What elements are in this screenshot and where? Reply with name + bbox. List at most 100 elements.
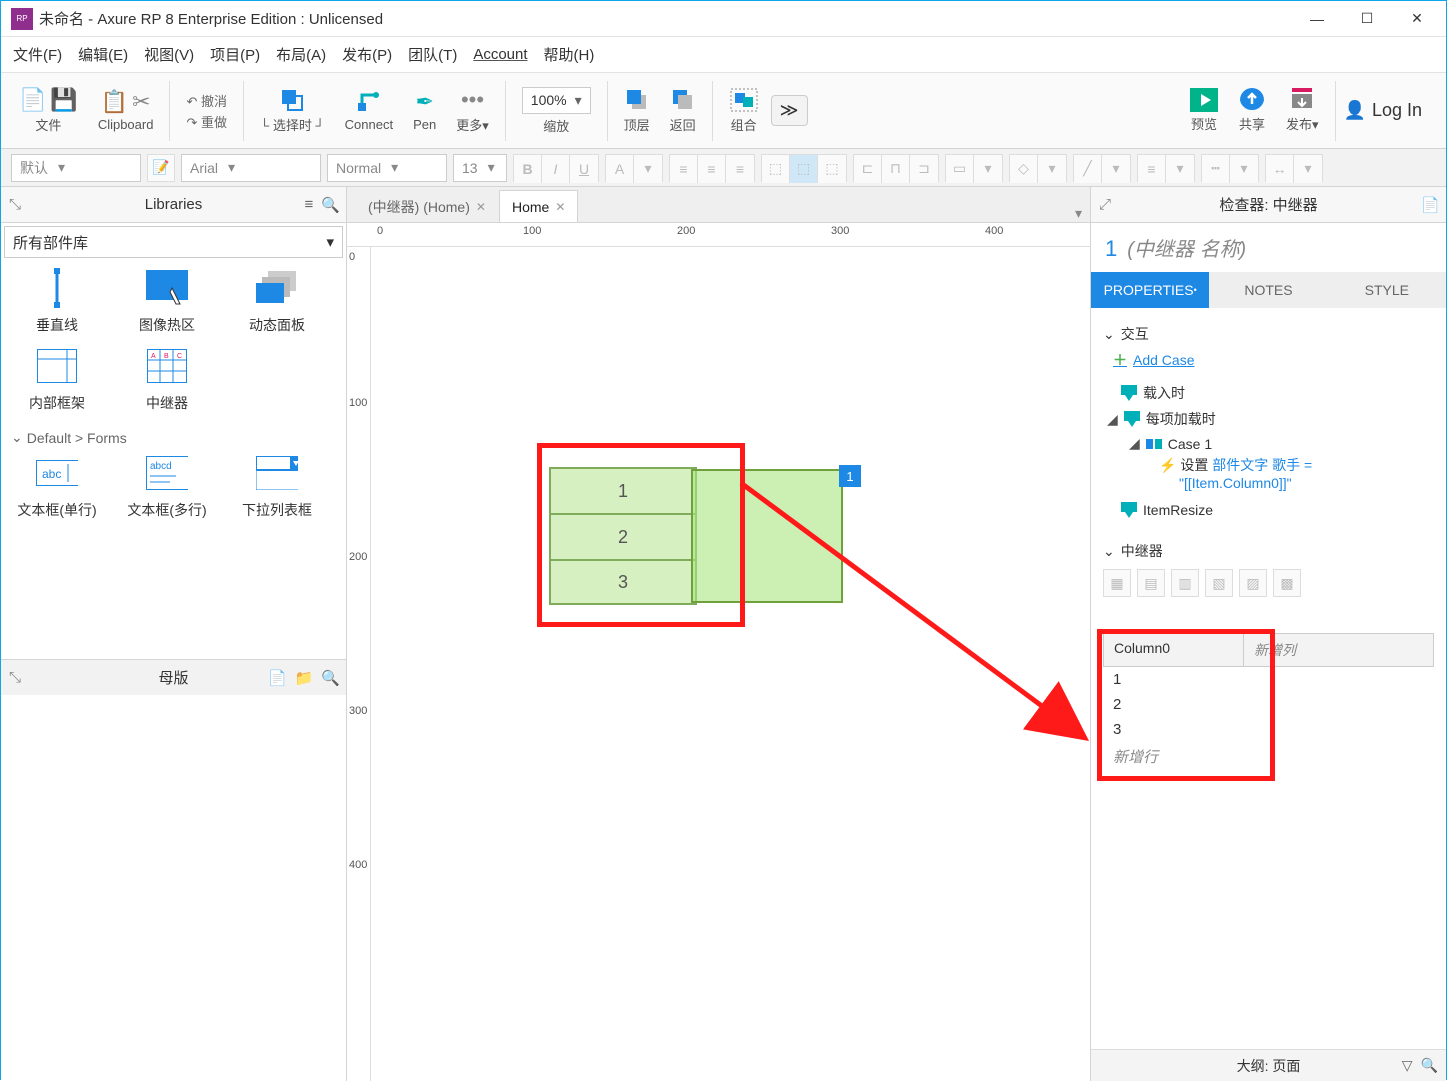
tool-zoom[interactable]: 100%▾ 缩放 <box>514 87 599 135</box>
widget-name-input[interactable]: (中继器 名称) <box>1127 233 1246 262</box>
fill-button[interactable]: ▭ <box>946 155 974 183</box>
login-button[interactable]: 👤 Log In <box>1344 100 1436 121</box>
minimize-button[interactable]: — <box>1292 1 1342 37</box>
outline-search-icon[interactable]: 🔍 <box>1421 1057 1438 1074</box>
widget-textarea[interactable]: abcd 文本框(多行) <box>117 452 217 520</box>
footnote-badge[interactable]: 1 <box>839 465 861 487</box>
section-repeater[interactable]: ⌄中继器 <box>1103 541 1434 561</box>
outer-button[interactable]: ◇ <box>1010 155 1038 183</box>
tab-notes[interactable]: NOTES <box>1209 272 1327 308</box>
widget-textfield[interactable]: abc 文本框(单行) <box>7 452 107 520</box>
menu-help[interactable]: 帮助(H) <box>544 44 595 65</box>
section-interactions[interactable]: ⌄交互 <box>1103 324 1434 344</box>
fontsize-dropdown[interactable]: 13▾ <box>453 154 507 182</box>
canvas[interactable]: 1 2 3 1 <box>371 247 1090 1081</box>
valign-mid-button[interactable]: ⬚ <box>790 155 818 183</box>
masters-folder-icon[interactable]: 📁 <box>295 669 314 687</box>
line-style-button[interactable]: ┅ <box>1202 155 1230 183</box>
widget-vline[interactable]: 垂直线 <box>7 267 107 335</box>
close-button[interactable]: ✕ <box>1392 1 1442 37</box>
ruler-horizontal: 0 100 200 300 400 <box>347 223 1090 247</box>
case-item[interactable]: ◢ Case 1 <box>1103 432 1434 455</box>
rt-tool[interactable]: ▤ <box>1137 569 1165 597</box>
tool-more[interactable]: ••• 更多▾ <box>448 87 497 134</box>
tool-back[interactable]: 返回 <box>662 87 704 134</box>
tool-connect[interactable]: Connect <box>337 89 401 132</box>
masters-collapse-icon[interactable]: ⤡ <box>9 669 21 686</box>
tool-group[interactable]: 组合 <box>721 87 767 134</box>
align-right-button[interactable]: ≡ <box>726 155 754 183</box>
close-icon[interactable]: ✕ <box>476 200 486 214</box>
text-color-dd[interactable]: ▾ <box>634 155 662 183</box>
widget-repeater[interactable]: ABC 中继器 <box>117 345 217 413</box>
menu-team[interactable]: 团队(T) <box>408 44 457 65</box>
menu-project[interactable]: 项目(P) <box>210 44 260 65</box>
inspector-note-icon[interactable]: 📄 <box>1421 196 1440 214</box>
tab-repeater-home[interactable]: (中继器) (Home)✕ <box>355 190 499 222</box>
valign-top-button[interactable]: ⬚ <box>762 155 790 183</box>
arrow-button[interactable]: ↔ <box>1266 155 1294 183</box>
masters-add-icon[interactable]: 📄 <box>268 669 287 687</box>
rt-tool[interactable]: ▧ <box>1205 569 1233 597</box>
style-dropdown[interactable]: 默认▾ <box>11 154 141 182</box>
line-color-button[interactable]: ╱ <box>1074 155 1102 183</box>
menu-publish[interactable]: 发布(P) <box>342 44 392 65</box>
event-onload[interactable]: 载入时 <box>1103 380 1434 406</box>
rt-tool[interactable]: ▥ <box>1171 569 1199 597</box>
lib-menu-icon[interactable]: ≡ <box>305 196 314 214</box>
font-dropdown[interactable]: Arial▾ <box>181 154 321 182</box>
maximize-button[interactable]: ☐ <box>1342 1 1392 37</box>
collapse-icon[interactable]: ⤡ <box>9 196 21 213</box>
outline-filter-icon[interactable]: ▽ <box>1402 1057 1413 1074</box>
italic-button[interactable]: I <box>542 155 570 183</box>
underline-button[interactable]: U <box>570 155 598 183</box>
toolbar-overflow[interactable]: ≫ <box>771 95 808 126</box>
event-itemload[interactable]: ◢ 每项加载时 <box>1103 406 1434 432</box>
add-case-link[interactable]: ＋Add Case <box>1113 350 1434 370</box>
case-action[interactable]: ⚡ 设置 部件文字 歌手 = "[[Item.Column0]]" <box>1103 455 1434 491</box>
tool-file[interactable]: 📄💾 文件 <box>11 87 86 134</box>
tab-home[interactable]: Home✕ <box>499 190 578 222</box>
lib-section-forms[interactable]: ⌄Default > Forms <box>7 423 340 452</box>
menu-layout[interactable]: 布局(A) <box>276 44 326 65</box>
text-color-button[interactable]: A <box>606 155 634 183</box>
menu-file[interactable]: 文件(F) <box>13 44 62 65</box>
bold-button[interactable]: B <box>514 155 542 183</box>
svg-text:C: C <box>177 353 182 360</box>
rt-tool[interactable]: ▦ <box>1103 569 1131 597</box>
style-manager-icon[interactable]: 📝 <box>147 154 175 182</box>
tool-pen[interactable]: ✒ Pen <box>405 89 444 132</box>
lib-search-icon[interactable]: 🔍 <box>321 196 340 214</box>
tool-publish[interactable]: 发布▾ <box>1278 88 1327 133</box>
event-itemresize[interactable]: ItemResize <box>1103 499 1434 521</box>
tab-properties[interactable]: PROPERTIES• <box>1091 272 1209 308</box>
tool-share[interactable]: 共享 <box>1230 88 1274 133</box>
tab-overflow-icon[interactable]: ▾ <box>1067 205 1090 222</box>
widget-iframe[interactable]: 内部框架 <box>7 345 107 413</box>
align-center-button[interactable]: ≡ <box>698 155 726 183</box>
tool-clipboard[interactable]: 📋✂ Clipboard <box>90 89 162 132</box>
widget-hotspot[interactable]: 图像热区 <box>117 267 217 335</box>
tool-front[interactable]: 顶层 <box>616 87 658 134</box>
library-select[interactable]: 所有部件库▾ <box>4 226 343 258</box>
close-icon[interactable]: ✕ <box>555 200 565 214</box>
weight-dropdown[interactable]: Normal▾ <box>327 154 447 182</box>
widget-dynamic[interactable]: 动态面板 <box>227 267 327 335</box>
valign-bot-button[interactable]: ⬚ <box>818 155 846 183</box>
menu-edit[interactable]: 编辑(E) <box>78 44 128 65</box>
widget-droplist[interactable]: 下拉列表框 <box>227 452 327 520</box>
rt-tool[interactable]: ▩ <box>1273 569 1301 597</box>
svg-text:A: A <box>151 353 156 360</box>
menu-account[interactable]: Account <box>473 46 527 63</box>
align-left-button[interactable]: ≡ <box>670 155 698 183</box>
menu-view[interactable]: 视图(V) <box>144 44 194 65</box>
line-width-button[interactable]: ≡ <box>1138 155 1166 183</box>
tab-style[interactable]: STYLE <box>1328 272 1446 308</box>
masters-search-icon[interactable]: 🔍 <box>321 669 340 687</box>
rt-tool[interactable]: ▨ <box>1239 569 1267 597</box>
collapse-icon[interactable]: ⤢ <box>1099 196 1111 213</box>
tool-preview[interactable]: 预览 <box>1182 88 1226 133</box>
tool-select[interactable]: └ 选择时 ┘ <box>252 87 333 134</box>
case-icon <box>1146 437 1162 451</box>
tool-undoredo[interactable]: ↶ 撤消 ↷ 重做 <box>178 91 235 131</box>
